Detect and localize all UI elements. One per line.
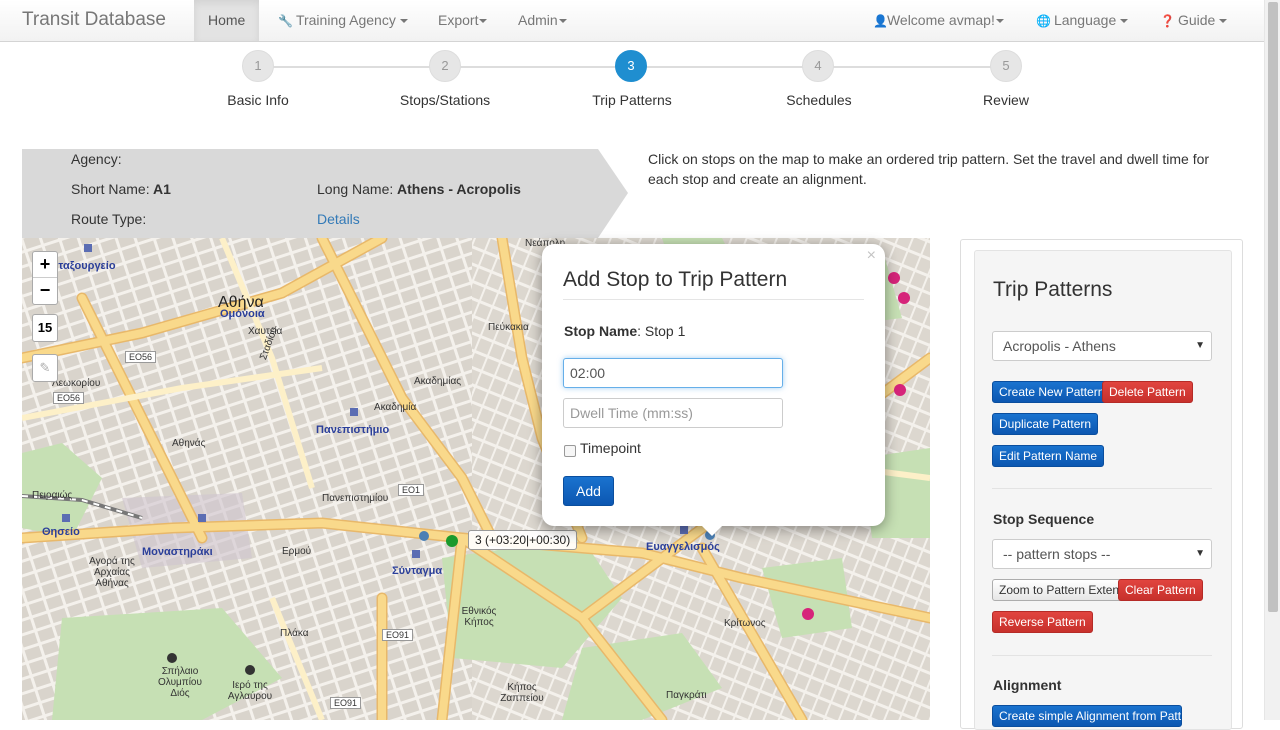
sidebar-title: Trip Patterns	[993, 278, 1113, 301]
wrench-icon: 🔧	[278, 14, 293, 28]
add-stop-button[interactable]: Add	[563, 476, 614, 506]
road-shield: ΕΟ1	[398, 484, 425, 496]
chevron-down-icon: ▼	[1195, 548, 1205, 559]
stop-sequence-title: Stop Sequence	[993, 511, 1095, 527]
zoom-control: + −	[32, 251, 58, 305]
stop-name-value: : Stop 1	[637, 323, 686, 339]
top-navbar: Transit Database Home 🔧 Training Agency E…	[0, 0, 1264, 42]
wizard-step-4[interactable]: 4	[802, 50, 834, 82]
reverse-pattern-button[interactable]: Reverse Pattern	[992, 611, 1093, 633]
route-type-label: Route Type:	[71, 211, 147, 227]
page-scrollbar[interactable]	[1264, 0, 1280, 720]
clear-pattern-button[interactable]: Clear Pattern	[1118, 579, 1203, 601]
pattern-stops-value: -- pattern stops --	[1003, 546, 1111, 562]
edit-pattern-name-button[interactable]: Edit Pattern Name	[992, 445, 1105, 467]
divider	[992, 488, 1212, 489]
wizard-step-5[interactable]: 5	[990, 50, 1022, 82]
wizard-step-2[interactable]: 2	[429, 50, 461, 82]
caret-icon	[479, 19, 488, 24]
timepoint-label: Timepoint	[580, 440, 641, 456]
popup-title: Add Stop to Trip Pattern	[563, 268, 788, 291]
create-pattern-button[interactable]: Create New Pattern	[992, 381, 1112, 403]
dwell-time-input[interactable]	[563, 398, 783, 428]
question-icon: ❓	[1160, 14, 1175, 28]
close-icon[interactable]: ×	[867, 247, 876, 265]
wizard-label-review: Review	[983, 92, 1029, 108]
zoom-in-button[interactable]: +	[33, 252, 57, 278]
popup-pointer	[700, 524, 724, 536]
nav-user-label: Welcome avmap!	[886, 12, 995, 28]
wizard-step-1[interactable]: 1	[242, 50, 274, 82]
details-link[interactable]: Details	[317, 211, 360, 227]
nav-admin[interactable]: Admin	[518, 0, 567, 41]
road-shield: ΕΟ56	[125, 351, 157, 363]
caret-icon	[399, 19, 408, 24]
nav-training-agency[interactable]: 🔧 Training Agency	[278, 0, 408, 41]
nav-language-label: Language	[1053, 12, 1117, 28]
nav-export-label: Export	[438, 12, 479, 28]
instructions-text: Click on stops on the map to make an ord…	[648, 151, 1210, 187]
zoom-extent-button[interactable]: Zoom to Pattern Extent	[992, 579, 1130, 601]
caret-icon	[1120, 19, 1129, 24]
travel-time-input[interactable]	[563, 358, 783, 388]
user-icon: 👤	[873, 14, 888, 28]
pattern-select-value: Acropolis - Athens	[1003, 338, 1116, 354]
divider	[563, 299, 864, 300]
wizard-step-3[interactable]: 3	[615, 50, 647, 82]
nav-guide[interactable]: ❓ Guide	[1160, 0, 1228, 41]
divider	[992, 655, 1212, 656]
pattern-stops-select[interactable]: -- pattern stops -- ▼	[992, 539, 1212, 569]
zoom-level-display: 15	[32, 314, 58, 342]
road-shield: ΕΟ91	[382, 629, 414, 641]
alignment-title: Alignment	[993, 677, 1062, 693]
chevron-down-icon: ▼	[1195, 340, 1205, 351]
nav-export[interactable]: Export	[438, 0, 488, 41]
pattern-select[interactable]: Acropolis - Athens ▼	[992, 331, 1212, 361]
delete-pattern-button[interactable]: Delete Pattern	[1102, 381, 1193, 403]
road-shield: ΕΟ56	[53, 392, 85, 404]
create-alignment-button[interactable]: Create simple Alignment from Pattern	[992, 705, 1182, 727]
stop-time-tooltip: 3 (+03:20|+00:30)	[468, 530, 578, 550]
globe-icon: 🌐	[1036, 14, 1051, 28]
caret-icon	[558, 19, 567, 24]
scrollbar-thumb[interactable]	[1268, 2, 1278, 612]
stop-name-label: Stop Name	[564, 323, 638, 339]
duplicate-pattern-button[interactable]: Duplicate Pattern	[992, 413, 1099, 435]
wizard-label-stops: Stops/Stations	[399, 92, 491, 108]
add-stop-popup: × Add Stop to Trip Pattern Stop Name: St…	[542, 244, 885, 526]
nav-guide-label: Guide	[1177, 12, 1216, 28]
short-name-label: Short Name:	[71, 181, 150, 197]
nav-training-agency-label: Training Agency	[295, 12, 396, 28]
wizard-label-basic-info: Basic Info	[227, 92, 289, 108]
edit-icon[interactable]: ✎	[32, 354, 58, 382]
stop-name-row: Stop Name: Stop 1	[564, 323, 685, 339]
nav-user-menu[interactable]: 👤Welcome avmap!	[873, 0, 1004, 41]
long-name-label: Long Name:	[317, 181, 394, 197]
agency-label: Agency:	[71, 151, 122, 167]
caret-icon	[1219, 19, 1228, 24]
brand-title[interactable]: Transit Database	[22, 9, 166, 31]
wizard-label-schedules: Schedules	[786, 92, 852, 108]
wizard-label-trip-patterns: Trip Patterns	[592, 92, 672, 108]
caret-icon	[995, 19, 1004, 24]
timepoint-checkbox[interactable]	[564, 445, 576, 457]
long-name-value: Athens - Acropolis	[397, 181, 521, 197]
nav-home[interactable]: Home	[194, 0, 260, 41]
sidebar-well	[974, 250, 1232, 730]
nav-language[interactable]: 🌐 Language	[1036, 0, 1129, 41]
zoom-out-button[interactable]: −	[33, 278, 57, 304]
short-name-value: A1	[153, 181, 171, 197]
nav-admin-label: Admin	[518, 12, 558, 28]
road-shield: ΕΟ91	[330, 697, 362, 709]
